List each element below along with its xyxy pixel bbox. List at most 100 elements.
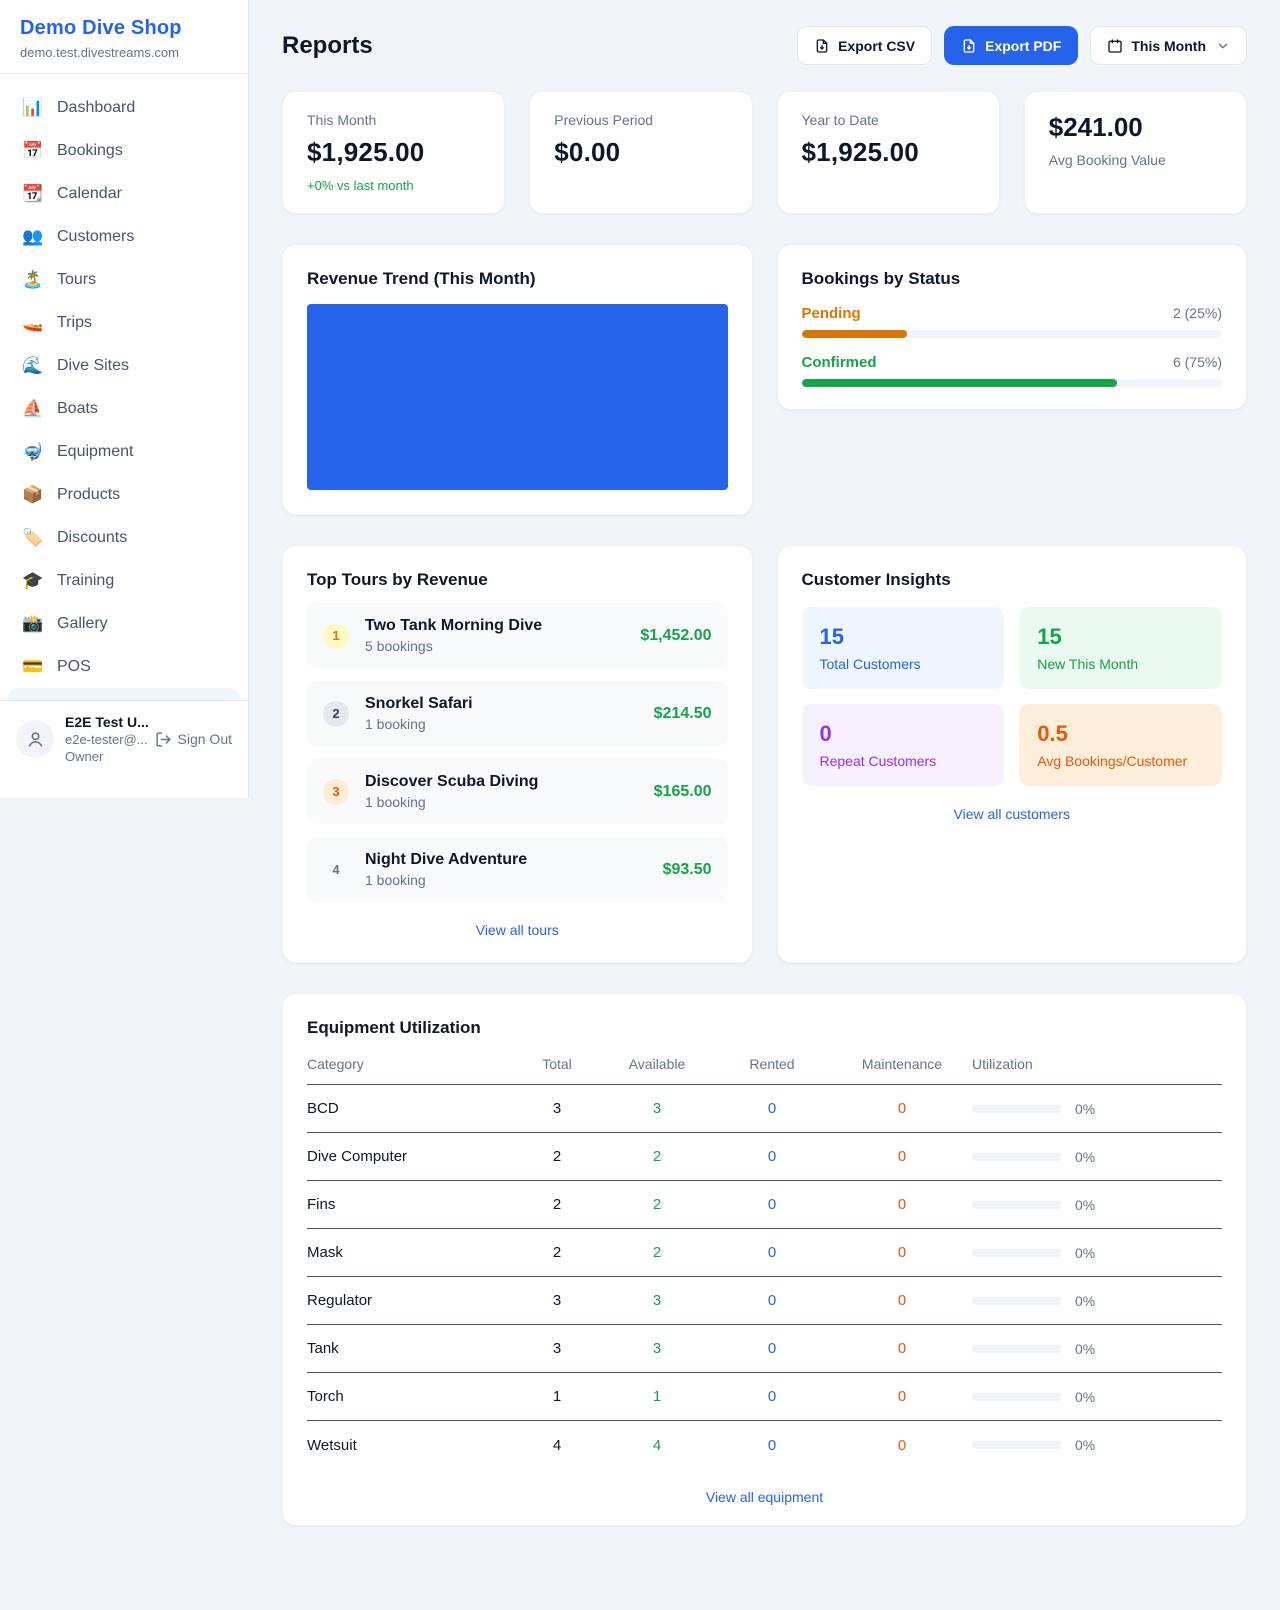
sidebar-item-boats[interactable]: ⛵ Boats <box>8 387 240 430</box>
tour-bookings: 1 booking <box>365 716 473 732</box>
stat-card-this-month: This Month $1,925.00 +0% vs last month <box>282 91 505 214</box>
tour-amount: $93.50 <box>663 861 712 879</box>
utilization-bar <box>972 1345 1062 1353</box>
sidebar-item-pos[interactable]: 💳 POS <box>8 645 240 688</box>
tile-new-this-month: 15 New This Month <box>1019 607 1222 689</box>
period-dropdown[interactable]: This Month <box>1090 26 1247 65</box>
rank-badge: 2 <box>323 701 349 727</box>
sidebar-item-products[interactable]: 📦 Products <box>8 473 240 516</box>
calendar-outline-icon <box>1107 38 1123 54</box>
tours-insights-row: Top Tours by Revenue 1 Two Tank Morning … <box>282 545 1247 963</box>
sign-out-button[interactable]: Sign Out <box>155 731 232 748</box>
tour-row: 3 Discover Scuba Diving 1 booking $165.0… <box>307 759 728 824</box>
sidebar-item-reports-clipped[interactable] <box>8 688 240 700</box>
view-all-customers-link[interactable]: View all customers <box>802 806 1223 822</box>
sidebar-item-gallery[interactable]: 📸 Gallery <box>8 602 240 645</box>
utilization-bar <box>972 1201 1062 1209</box>
sidebar-item-calendar[interactable]: 📆 Calendar <box>8 172 240 215</box>
sidebar-item-trips[interactable]: 🚤 Trips <box>8 301 240 344</box>
table-row: Torch 1 1 0 0 0% <box>307 1373 1222 1421</box>
status-row-pending: Pending 2 (25%) <box>802 305 1223 338</box>
progress-fill <box>802 330 907 338</box>
tour-name: Discover Scuba Diving <box>365 773 538 791</box>
top-tours-card: Top Tours by Revenue 1 Two Tank Morning … <box>282 545 753 963</box>
status-value: 6 (75%) <box>1173 354 1222 370</box>
table-row: Tank 3 3 0 0 0% <box>307 1325 1222 1373</box>
export-pdf-button[interactable]: Export PDF <box>944 26 1078 65</box>
sidebar-item-dive-sites[interactable]: 🌊 Dive Sites <box>8 344 240 387</box>
table-row: Regulator 3 3 0 0 0% <box>307 1277 1222 1325</box>
tour-name: Night Dive Adventure <box>365 851 527 869</box>
revenue-trend-chart <box>307 304 728 490</box>
sidebar-item-discounts[interactable]: 🏷️ Discounts <box>8 516 240 559</box>
bookings-by-status-card: Bookings by Status Pending 2 (25%) Confi… <box>777 244 1248 410</box>
tour-name: Snorkel Safari <box>365 695 473 713</box>
shop-name[interactable]: Demo Dive Shop <box>20 17 228 40</box>
bookings-calendar-icon: 📅 <box>22 142 42 159</box>
tour-row: 4 Night Dive Adventure 1 booking $93.50 <box>307 837 728 902</box>
sidebar-item-customers[interactable]: 👥 Customers <box>8 215 240 258</box>
table-header: Category Total Available Rented Maintena… <box>307 1056 1222 1085</box>
table-row: Fins 2 2 0 0 0% <box>307 1181 1222 1229</box>
table-row: Wetsuit 4 4 0 0 0% <box>307 1421 1222 1469</box>
sidebar-item-training[interactable]: 🎓 Training <box>8 559 240 602</box>
customers-icon: 👥 <box>22 228 42 245</box>
insight-tiles: 15 Total Customers 15 New This Month 0 R… <box>802 607 1223 786</box>
tour-amount: $214.50 <box>654 705 712 723</box>
logout-icon <box>155 731 172 748</box>
stat-card-previous-period: Previous Period $0.00 <box>529 91 752 214</box>
status-label: Pending <box>802 305 861 322</box>
stat-delta: +0% vs last month <box>307 178 480 193</box>
export-csv-button[interactable]: Export CSV <box>797 26 932 65</box>
user-name: E2E Test U... <box>65 714 144 730</box>
revenue-trend-title: Revenue Trend (This Month) <box>307 269 728 289</box>
status-value: 2 (25%) <box>1173 305 1222 321</box>
person-icon <box>26 730 45 749</box>
rank-badge: 1 <box>323 623 349 649</box>
stat-card-year-to-date: Year to Date $1,925.00 <box>777 91 1000 214</box>
shop-domain: demo.test.divestreams.com <box>20 45 228 60</box>
tour-amount: $165.00 <box>654 783 712 801</box>
sidebar: Demo Dive Shop demo.test.divestreams.com… <box>0 0 249 798</box>
file-pdf-icon <box>961 38 977 54</box>
tour-bookings: 5 bookings <box>365 638 542 654</box>
avatar <box>16 720 54 758</box>
page-header: Reports Export CSV Export PDF This Month <box>282 26 1247 65</box>
file-csv-icon <box>814 38 830 54</box>
calendar-icon: 📆 <box>22 185 42 202</box>
stat-card-avg-booking-value: $241.00 Avg Booking Value <box>1024 91 1247 214</box>
table-row: Mask 2 2 0 0 0% <box>307 1229 1222 1277</box>
equipment-utilization-card: Equipment Utilization Category Total Ava… <box>282 993 1247 1526</box>
view-all-equipment-link[interactable]: View all equipment <box>307 1489 1222 1505</box>
tour-bookings: 1 booking <box>365 794 538 810</box>
rank-badge: 4 <box>323 857 349 883</box>
sidebar-item-bookings[interactable]: 📅 Bookings <box>8 129 240 172</box>
stat-value: $1,925.00 <box>802 137 975 168</box>
bookings-by-status-title: Bookings by Status <box>802 269 1223 289</box>
equipment-utilization-title: Equipment Utilization <box>307 1018 1222 1038</box>
sidebar-item-tours[interactable]: 🏝️ Tours <box>8 258 240 301</box>
trips-boat-icon: 🚤 <box>22 314 42 331</box>
tour-row: 1 Two Tank Morning Dive 5 bookings $1,45… <box>307 603 728 668</box>
utilization-bar <box>972 1153 1062 1161</box>
customer-insights-card: Customer Insights 15 Total Customers 15 … <box>777 545 1248 963</box>
tile-avg-bookings-customer: 0.5 Avg Bookings/Customer <box>1019 704 1222 786</box>
graduation-cap-icon: 🎓 <box>22 572 42 589</box>
utilization-bar <box>972 1393 1062 1401</box>
sidebar-item-equipment[interactable]: 🤿 Equipment <box>8 430 240 473</box>
charts-row: Revenue Trend (This Month) Bookings by S… <box>282 244 1247 515</box>
page-title: Reports <box>282 32 373 60</box>
user-role: Owner <box>65 749 144 764</box>
status-row-confirmed: Confirmed 6 (75%) <box>802 354 1223 387</box>
stat-value: $241.00 <box>1049 112 1222 143</box>
main-content: Reports Export CSV Export PDF This Month… <box>249 0 1280 1570</box>
view-all-tours-link[interactable]: View all tours <box>307 922 728 938</box>
utilization-bar <box>972 1105 1062 1113</box>
sidebar-item-dashboard[interactable]: 📊 Dashboard <box>8 86 240 129</box>
tour-amount: $1,452.00 <box>640 627 711 645</box>
sidebar-nav: 📊 Dashboard 📅 Bookings 📆 Calendar 👥 Cust… <box>0 74 248 688</box>
sailboat-icon: ⛵ <box>22 400 42 417</box>
top-tours-title: Top Tours by Revenue <box>307 570 728 590</box>
progress-fill <box>802 379 1117 387</box>
utilization-bar <box>972 1297 1062 1305</box>
